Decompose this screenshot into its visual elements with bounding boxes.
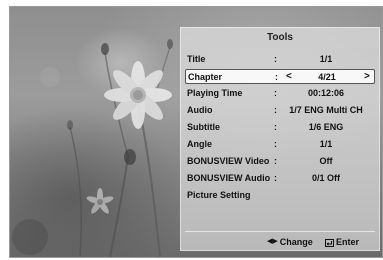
menu-row-title[interactable]: Title : 1/1 — [187, 52, 373, 67]
screen: Tools Title : 1/1 Chapter : < 4/21 > Pla… — [0, 0, 383, 260]
enter-label: Enter — [336, 237, 360, 247]
row-separator: : — [274, 173, 277, 183]
row-separator: : — [275, 72, 278, 82]
row-label: Subtitle — [187, 122, 220, 132]
row-separator: : — [274, 54, 277, 64]
tools-menu-panel: Tools Title : 1/1 Chapter : < 4/21 > Pla… — [180, 27, 380, 251]
row-value: 1/1 — [319, 54, 333, 64]
enter-hint: Enter — [325, 234, 359, 250]
left-right-arrows-icon: ◀▶ — [267, 238, 278, 245]
row-label: Audio — [187, 105, 213, 115]
row-separator: : — [274, 105, 277, 115]
enter-return-icon — [325, 238, 334, 247]
menu-row-audio[interactable]: Audio : 1/7 ENG Multi CH — [187, 103, 373, 118]
row-separator: : — [274, 122, 277, 132]
row-label: Title — [187, 54, 206, 64]
menu-row-picture-setting[interactable]: Picture Setting — [187, 188, 373, 203]
row-value: 4/21 — [318, 72, 336, 82]
row-separator: : — [274, 139, 277, 149]
tools-title: Tools — [181, 28, 379, 48]
row-value: 1/1 — [319, 139, 333, 149]
change-label: Change — [279, 237, 313, 247]
row-label: Playing Time — [187, 88, 243, 98]
row-label: Chapter — [188, 72, 223, 82]
row-separator: : — [274, 156, 277, 166]
row-label: Angle — [187, 139, 213, 149]
menu-row-chapter[interactable]: Chapter : < 4/21 > — [185, 69, 375, 84]
row-value: Off — [319, 156, 333, 166]
menu-row-playing-time[interactable]: Playing Time : 00:12:06 — [187, 86, 373, 101]
row-label: Picture Setting — [187, 190, 251, 200]
menu-row-subtitle[interactable]: Subtitle : 1/6 ENG — [187, 120, 373, 135]
change-hint: ◀▶ Change — [267, 234, 313, 250]
chevron-right-icon[interactable]: > — [364, 70, 370, 84]
row-value: 1/7 ENG Multi CH — [289, 105, 363, 115]
row-value: 0/1 Off — [311, 173, 340, 183]
menu-row-bonusview-video[interactable]: BONUSVIEW Video : Off — [187, 154, 373, 169]
row-value: 00:12:06 — [307, 88, 345, 98]
row-separator: : — [274, 88, 277, 98]
video-frame: Tools Title : 1/1 Chapter : < 4/21 > Pla… — [9, 6, 383, 258]
row-label: BONUSVIEW Video — [187, 156, 270, 166]
menu-row-angle[interactable]: Angle : 1/1 — [187, 137, 373, 152]
button-hints: ◀▶ Change Enter — [181, 234, 379, 250]
row-label: BONUSVIEW Audio — [187, 173, 271, 183]
menu-row-bonusview-audio[interactable]: BONUSVIEW Audio : 0/1 Off — [187, 171, 373, 186]
row-value: 1/6 ENG — [308, 122, 344, 132]
footer-divider — [185, 231, 375, 232]
